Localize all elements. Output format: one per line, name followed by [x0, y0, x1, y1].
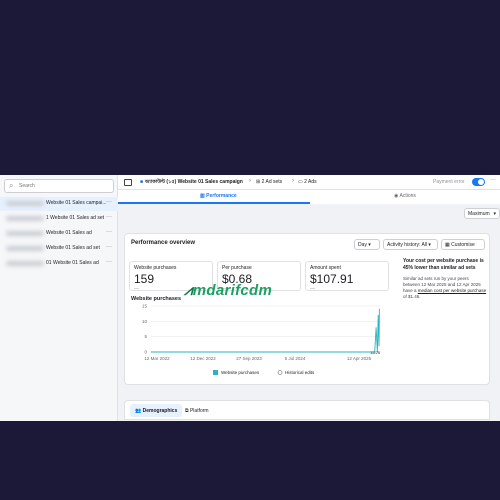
- y-tick-label: 15: [142, 304, 148, 309]
- x-tick-label: 12 Apr 2025: [347, 356, 372, 361]
- search-input[interactable]: [19, 181, 109, 191]
- main-content: Maximum ▾ Performance overview Day ▾ Acti…: [118, 204, 500, 421]
- insight-link[interactable]: median cost per website purchase: [418, 288, 486, 293]
- top-bar: ■ অ্যাকাউন্ট (১৫) Website 01 Sales campai…: [118, 175, 500, 190]
- metric-label: Per purchase: [222, 265, 252, 271]
- tab-platform[interactable]: ⧉ Platform: [180, 404, 214, 417]
- more-icon[interactable]: ···: [106, 199, 112, 205]
- legend-label: Website purchases: [221, 370, 260, 375]
- x-tick-label: 12 Mar 2022: [144, 356, 170, 361]
- search-box[interactable]: ⌕: [4, 179, 114, 193]
- caret-down-icon: ▾: [368, 242, 371, 248]
- breadcrumb-adsets[interactable]: ⊞ 2 Ad sets: [256, 179, 282, 185]
- performance-overview-card: Performance overview Day ▾ Activity hist…: [124, 233, 490, 385]
- y-tick-label: 10: [142, 319, 148, 324]
- y-tick-label: 5: [144, 334, 147, 339]
- blurred-name: [6, 231, 44, 236]
- sidebar-item-adset-1[interactable]: 1 Website 01 Sales ad set ···: [0, 212, 118, 226]
- chevron-right-icon: ›: [249, 178, 251, 184]
- metric-amount-spent: Amount spent $107.91 —: [305, 261, 389, 292]
- cost-insight: Your cost per website purchase is 45% lo…: [403, 258, 487, 318]
- data-point: [150, 351, 152, 353]
- more-icon[interactable]: ···: [106, 259, 112, 265]
- sidebar-item-campaign[interactable]: Website 01 Sales campai... ···: [0, 197, 118, 211]
- card-title: Performance overview: [131, 240, 196, 246]
- more-icon[interactable]: ···: [490, 177, 496, 183]
- search-icon: ⌕: [9, 181, 14, 190]
- caret-down-icon: ▾: [493, 211, 496, 217]
- tab-performance[interactable]: ▥ Performance: [200, 193, 237, 199]
- metric-delta: —: [134, 286, 139, 292]
- blurred-name: [6, 216, 44, 221]
- breakdown-tabs: 👥 Demographics ⧉ Platform: [124, 400, 490, 420]
- activity-history-dropdown[interactable]: Activity history: All ▾: [383, 239, 438, 250]
- sidebar-item-adset-2[interactable]: Website 01 Sales ad set ···: [0, 242, 118, 256]
- tab-demographics[interactable]: 👥 Demographics: [130, 404, 183, 417]
- blurred-name: [6, 246, 44, 251]
- x-tick-label: 12 Dec 2022: [190, 356, 216, 361]
- y-tick-label: 0: [144, 350, 147, 355]
- sidebar: ⌕ Website 01 Sales campai... ··· 1 Websi…: [0, 175, 118, 421]
- blurred-name: [6, 201, 44, 206]
- metric-label: Amount spent: [310, 265, 341, 271]
- x-tick-label: 5 Jul 2024: [285, 356, 306, 361]
- purchases-chart: 0 5 10 15 12 Mar 2022 12 Dec 2022 27 Sep 2023 5…: [142, 304, 381, 375]
- sidebar-item-ad-2[interactable]: 01 Website 01 Sales ad ···: [0, 257, 118, 271]
- day-dropdown[interactable]: Day ▾: [354, 239, 380, 250]
- series-line-website-purchases: [151, 309, 380, 353]
- sidebar-item-label: Website 01 Sales campai...: [46, 200, 107, 206]
- payment-status: Payment error: [433, 179, 465, 185]
- legend-label: Historical edits: [285, 370, 315, 375]
- breadcrumb-ads[interactable]: ▭ 2 Ads: [298, 179, 317, 185]
- sidebar-toggle-icon[interactable]: [124, 179, 132, 186]
- metric-delta: —: [310, 286, 315, 292]
- metric-value: $107.91: [310, 272, 354, 286]
- data-point: [378, 308, 380, 310]
- tab-bar: ▥ Performance ◉ Actions: [118, 191, 500, 204]
- maximum-dropdown[interactable]: Maximum ▾: [464, 208, 500, 219]
- chart-annotation: 12/25: [370, 350, 381, 355]
- tab-actions[interactable]: ◉ Actions: [394, 193, 416, 199]
- folder-icon: ■: [140, 179, 144, 185]
- campaign-toggle[interactable]: [472, 178, 485, 186]
- x-tick-label: 27 Sep 2023: [236, 356, 262, 361]
- caret-down-icon: ▾: [428, 242, 431, 248]
- data-point: [378, 345, 380, 347]
- chevron-right-icon: ›: [292, 178, 294, 184]
- watermark-logo: ⩘mdarifcdm: [184, 282, 273, 299]
- customise-button[interactable]: ▦ Customise: [441, 239, 485, 250]
- breadcrumb-campaign[interactable]: ■ অ্যাকাউন্ট (১৫) Website 01 Sales campai…: [140, 179, 243, 187]
- insight-title: Your cost per website purchase is 45% lo…: [403, 258, 484, 271]
- people-icon: 👥: [135, 408, 143, 414]
- data-point: [375, 327, 377, 328]
- legend-swatch-website-purchases: [213, 370, 218, 375]
- more-icon[interactable]: ···: [106, 229, 112, 235]
- legend-swatch-historical-edits: [277, 370, 283, 375]
- blurred-name: [6, 261, 44, 266]
- metric-label: Website purchases: [134, 265, 177, 271]
- more-icon[interactable]: ···: [106, 244, 112, 250]
- insight-body: Similar ad sets run by your peers betwee…: [403, 276, 487, 299]
- metric-value: 159: [134, 272, 155, 286]
- sidebar-item-label: 01 Website 01 Sales ad: [46, 260, 99, 266]
- more-icon[interactable]: ···: [106, 214, 112, 220]
- sidebar-item-label: Website 01 Sales ad: [46, 230, 92, 236]
- sidebar-item-label: Website 01 Sales ad set: [46, 245, 100, 251]
- data-point: [377, 314, 379, 316]
- sidebar-item-ad-1[interactable]: Website 01 Sales ad ···: [0, 227, 118, 241]
- sidebar-item-label: 1 Website 01 Sales ad set: [46, 215, 104, 221]
